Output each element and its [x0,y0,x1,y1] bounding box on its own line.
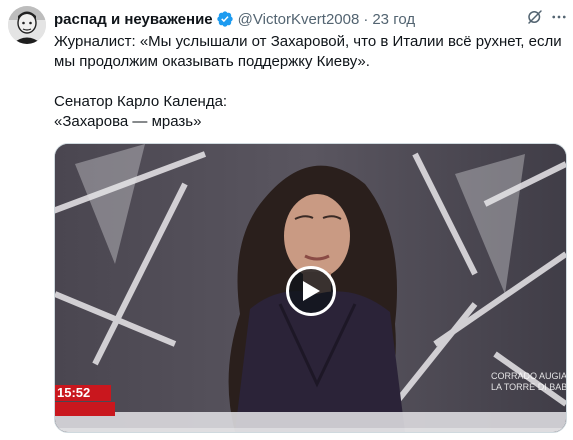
video-progress-bar[interactable] [55,428,566,432]
more-options-icon[interactable] [549,7,569,27]
video-clock: 15:52 [55,385,111,401]
header-separator: · [363,10,369,28]
tweet-text-line: Сенатор Карло Календа: [54,93,228,110]
tweet-card[interactable]: распад и неуважение @VictorKvert2008 · 2… [0,0,573,440]
verified-badge-icon [216,10,234,28]
avatar-image [8,6,46,44]
author-handle[interactable]: @VictorKvert2008 [238,11,360,28]
tweet-timestamp[interactable]: 23 год [372,11,415,28]
author-name[interactable]: распад и неуважение [54,11,213,28]
ticker-line: CORRADO AUGIAS [491,371,567,381]
tweet-text-line: Журналист: «Мы услышали от Захаровой, чт… [54,33,562,70]
tweet-header: распад и неуважение @VictorKvert2008 · 2… [54,8,561,30]
tweet-text: Журналист: «Мы услышали от Захаровой, чт… [54,32,564,132]
grok-icon[interactable] [525,7,545,27]
avatar[interactable] [8,6,46,44]
ticker-line: LA TORRE DI BABELE [491,382,567,392]
video-player[interactable]: 15:52 CORRADO AUGIAS LA TORRE DI BABELE [54,143,567,433]
tweet-text-line: «Захарова — мразь» [54,113,202,130]
play-icon [303,281,320,301]
play-button[interactable] [286,266,336,316]
video-ticker: CORRADO AUGIAS LA TORRE DI BABELE [491,371,567,393]
